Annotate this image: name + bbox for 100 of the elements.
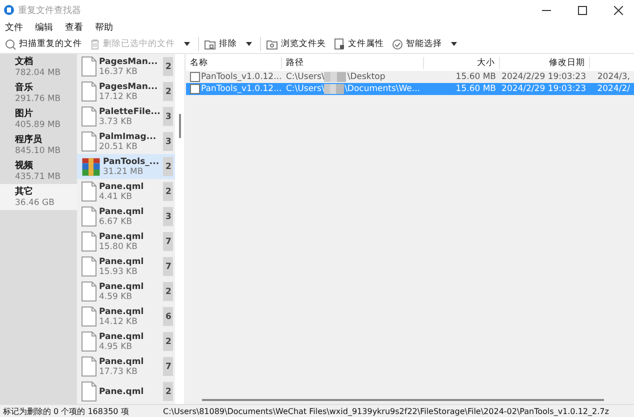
duplicate-count: 3 [163,207,174,226]
document-icon [334,38,345,50]
menu-item[interactable]: 文件 [5,21,23,34]
file-list-item[interactable]: Pane.qml 4.59 KB 2 [77,279,176,304]
folder-icon [266,38,278,50]
scrollbar-thumb[interactable] [202,399,604,401]
file-list-item[interactable]: Pane.qml 6.67 KB 3 [77,204,176,229]
duplicate-count: 2 [163,332,174,351]
file-list-item[interactable]: Pane.qml 14.12 KB 6 [77,304,176,329]
file-list-item[interactable]: Pane.qml 15.93 KB 7 [77,254,176,279]
document-icon [81,81,98,102]
document-icon [81,306,98,327]
document-icon [81,206,98,227]
file-size: 17.73 KB [99,366,138,376]
column-header[interactable]: 修改日期 [500,56,590,68]
duplicate-count: 3 [163,107,174,126]
date-text: 2024/2/29 19:03:23 [502,84,586,94]
caret-icon[interactable] [451,42,457,46]
file-size: 15.80 KB [99,242,138,252]
size-text: 15.60 MB [456,72,496,82]
status-path: C:\Users\81089\Documents\WeChat Files\wxid_9139ykru9s2f22\FileStorage\File\2024-02\PanTools_v1.0.12_2.7z [163,406,609,416]
category-name: 文档 [15,55,34,68]
file-name: PanTools_v1.0.12... [201,84,282,94]
column-header[interactable]: 路径 [282,56,424,68]
checkbox[interactable] [190,84,200,94]
file-size: 17.12 KB [99,92,138,102]
caret-icon[interactable] [246,42,252,46]
menu-item[interactable]: 帮助 [95,21,113,34]
document-icon [81,256,98,277]
file-list-item[interactable]: Pane.qml 4.41 KB 2 [77,179,176,204]
category-size: 36.46 GB [15,198,56,208]
file-name: PaletteFile... [99,106,162,116]
scrollbar-thumb[interactable] [178,114,181,138]
file-list-item[interactable]: Pane.qml 15.80 KB 7 [77,229,176,254]
file-name: Pane.qml [99,182,145,192]
category-name: 其它 [15,185,34,198]
duplicate-count: 3 [163,132,174,151]
path-text: \Desktop [347,72,386,82]
toolbar-button[interactable]: 智能选择 [389,36,445,52]
file-list-item[interactable]: PalmImag... 20.51 KB 3 [77,129,176,154]
blurred-area [324,72,346,82]
file-name: Pane.qml [99,256,145,266]
file-name: PagesMan... [99,56,159,66]
document-icon [81,356,98,377]
file-name: Pane.qml [99,306,145,316]
file-name: Pane.qml [99,386,145,396]
file-size: 3.73 KB [99,116,134,126]
duplicate-count: 7 [163,257,174,276]
file-name: PagesMan... [99,82,159,92]
folder-icon [204,38,216,50]
archive-icon [81,156,102,176]
column-header[interactable]: 名称 [186,56,282,68]
category-size: 291.76 MB [15,94,62,104]
document-icon [81,56,98,77]
duplicate-count: 2 [163,82,174,101]
duplicate-count: 2 [163,157,174,176]
file-name: PanTools_v1.0.12... [201,72,282,82]
file-name: Pane.qml [99,332,145,342]
file-name: PanTools_... [103,156,160,166]
duplicate-count: 2 [163,182,174,201]
document-icon [81,131,98,152]
search-icon [5,38,16,50]
category-item[interactable]: 其它 36.46 GB [0,184,78,210]
toolbar-button[interactable]: 文件属性 [331,36,387,52]
duplicate-count: 7 [163,232,174,251]
duplicate-count: 6 [163,307,174,326]
close-icon [614,6,622,14]
file-size: 4.95 KB [99,342,134,352]
check-circle-icon [392,38,403,50]
maximize-icon [578,6,586,14]
menu-item[interactable]: 编辑 [35,21,53,34]
file-name: PalmImag... [99,132,158,142]
date-text: 2024/2/29 19:03:23 [502,72,586,82]
file-name: Pane.qml [99,282,145,292]
file-size: 15.93 KB [99,266,138,276]
menu-item[interactable]: 查看 [65,21,83,34]
checkbox[interactable] [190,72,200,82]
status-text: 标记为删除的 0 个项的 168350 项 [2,406,130,416]
duplicate-count: 2 [163,282,174,301]
file-size: 4.59 KB [99,292,134,302]
file-name: Pane.qml [99,206,145,216]
toolbar-button[interactable]: 排除 [201,36,240,52]
file-name: Pane.qml [99,356,145,366]
file-list-item[interactable]: Pane.qml 4.95 KB 2 [77,329,176,354]
toolbar-button[interactable]: 扫描重复的文件 [2,36,85,52]
file-list-item[interactable]: Pane.qml 2 [77,379,176,404]
toolbar-button[interactable]: 浏览文件夹 [263,36,329,52]
category-size: 435.71 MB [15,172,62,182]
file-list-item[interactable]: Pane.qml 17.73 KB 7 [77,354,176,379]
file-size: 16.37 KB [99,66,138,76]
document-icon [81,381,98,402]
duplicate-count: 7 [163,357,174,376]
document-icon [81,106,98,127]
document-icon [81,231,98,252]
size-text: 15.60 MB [456,84,496,94]
path-text: C:\Users\ [286,84,324,94]
file-name: Pane.qml [99,232,145,242]
category-name: 图片 [15,107,34,120]
column-header[interactable]: 大小 [424,56,500,68]
category-name: 音乐 [15,81,34,94]
